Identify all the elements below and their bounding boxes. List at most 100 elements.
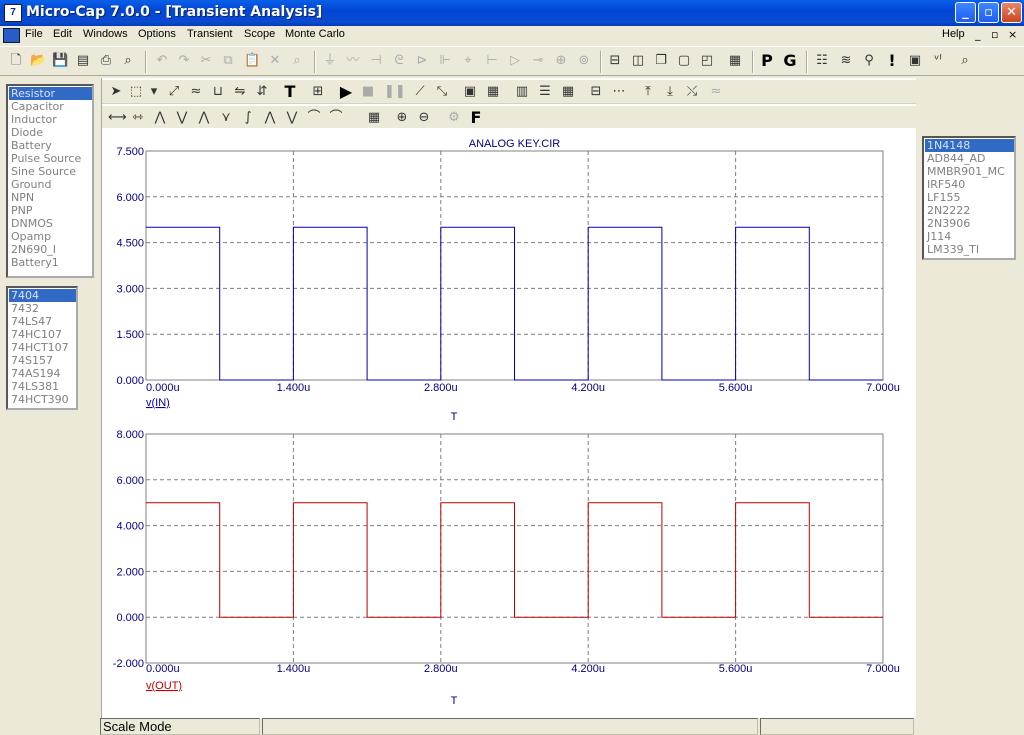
minimize-button[interactable]: _ bbox=[955, 2, 976, 23]
list-item[interactable]: LM339_TI bbox=[925, 243, 1014, 256]
log-scale-icon[interactable]: ⤡ bbox=[434, 84, 450, 100]
horizontal-tag-icon[interactable]: ⇋ bbox=[232, 84, 248, 100]
warning-icon[interactable]: ! bbox=[884, 53, 900, 69]
cascade-icon[interactable]: ❐ bbox=[653, 53, 669, 69]
waveform-icon[interactable]: ≋ bbox=[838, 53, 854, 69]
menu-windows[interactable]: Windows bbox=[83, 28, 128, 40]
opamp-icon[interactable]: ▷ bbox=[507, 53, 523, 69]
list-item[interactable]: Sine Source bbox=[9, 165, 92, 178]
undo-icon[interactable]: ↶ bbox=[154, 53, 170, 69]
low-cursor-icon[interactable]: ⋎ bbox=[218, 110, 234, 126]
delete-icon[interactable]: ✕ bbox=[267, 53, 283, 69]
list-item[interactable]: DNMOS bbox=[9, 217, 92, 230]
menu-file[interactable]: File bbox=[25, 28, 43, 40]
list-item[interactable]: 7432 bbox=[9, 302, 76, 315]
list-item[interactable]: Ground bbox=[9, 178, 92, 191]
micro-cap-icon[interactable]: 7 bbox=[4, 4, 22, 22]
save-icon[interactable]: 💾 bbox=[52, 53, 68, 69]
axis-grids-icon[interactable]: ▣ bbox=[462, 84, 478, 100]
list-item[interactable]: Capacitor bbox=[9, 100, 92, 113]
ground-icon[interactable]: ⏚ bbox=[322, 53, 338, 69]
mdi-restore-button[interactable]: ▫ bbox=[991, 28, 998, 41]
vi-icon[interactable]: ᵛᴵ bbox=[930, 53, 946, 69]
capacitor-icon[interactable]: ⊣ bbox=[368, 53, 384, 69]
animate-icon[interactable]: ≈ bbox=[708, 84, 724, 100]
grid-icon[interactable]: ▦ bbox=[560, 84, 576, 100]
list-item[interactable]: AD844_AD bbox=[925, 152, 1014, 165]
list-item[interactable]: 74LS381 bbox=[9, 380, 76, 393]
new-file-icon[interactable]: 🗋 bbox=[8, 53, 24, 69]
menu-transient[interactable]: Transient bbox=[187, 28, 232, 40]
document-window-icon[interactable] bbox=[3, 28, 20, 43]
scale-mode-icon[interactable]: ⤢ bbox=[166, 84, 182, 100]
list-item[interactable]: PNP bbox=[9, 204, 92, 217]
resistor-icon[interactable]: 〰 bbox=[345, 53, 361, 69]
menu-edit[interactable]: Edit bbox=[53, 28, 72, 40]
list-item[interactable]: LF155 bbox=[925, 191, 1014, 204]
open-folder-icon[interactable]: 📂 bbox=[30, 53, 46, 69]
tile-vertical-icon[interactable]: ◫ bbox=[630, 53, 646, 69]
valley-cursor-icon[interactable]: ⋁ bbox=[174, 110, 190, 126]
mdi-minimize-button[interactable]: _ bbox=[975, 28, 981, 41]
transistor-icon[interactable]: ⌖ bbox=[460, 53, 476, 69]
text-mode-icon[interactable]: T bbox=[282, 84, 298, 100]
window-icon[interactable]: ▢ bbox=[676, 53, 692, 69]
cut-icon[interactable]: ✂ bbox=[198, 53, 214, 69]
list-item[interactable]: Pulse Source bbox=[9, 152, 92, 165]
vertical-tag-icon[interactable]: ⇵ bbox=[254, 84, 270, 100]
mosfet-icon[interactable]: ⊢ bbox=[484, 53, 500, 69]
print-icon[interactable]: ⎙ bbox=[98, 53, 114, 69]
list-item[interactable]: J114 bbox=[925, 230, 1014, 243]
list-item[interactable]: 74HCT107 bbox=[9, 341, 76, 354]
chevron-down-icon[interactable]: ▾ bbox=[146, 84, 162, 100]
pointer-icon[interactable]: ➤ bbox=[108, 84, 124, 100]
list-item[interactable]: 74S157 bbox=[9, 354, 76, 367]
source-icon[interactable]: ⊕ bbox=[553, 53, 569, 69]
next-simulation-data-point-icon[interactable]: ⟷ bbox=[108, 110, 127, 126]
pause-icon[interactable]: ❚❚ bbox=[384, 84, 406, 100]
mdi-close-button[interactable]: × bbox=[1008, 28, 1017, 41]
list-item[interactable]: Battery1 bbox=[9, 256, 92, 269]
inflection-cursor-icon[interactable]: ∫ bbox=[240, 110, 256, 126]
list-item[interactable]: 2N3906 bbox=[925, 217, 1014, 230]
horizontal-split-icon[interactable]: ☰ bbox=[537, 84, 553, 100]
stop-icon[interactable]: ■ bbox=[360, 84, 376, 100]
list-item[interactable]: Opamp bbox=[9, 230, 92, 243]
list-item-selected[interactable]: 1N4148 bbox=[925, 139, 1014, 152]
vertical-split-icon[interactable]: ▥ bbox=[514, 84, 530, 100]
probe-icon[interactable]: ⚲ bbox=[861, 53, 877, 69]
list-item[interactable]: 74HC107 bbox=[9, 328, 76, 341]
f-button[interactable]: F bbox=[468, 110, 484, 126]
zoom-out-icon[interactable]: ⊖ bbox=[416, 110, 432, 126]
list-item[interactable]: Battery bbox=[9, 139, 92, 152]
copy-icon[interactable]: ⧉ bbox=[220, 53, 236, 69]
table-icon[interactable]: ▦ bbox=[366, 110, 382, 126]
print-preview-icon[interactable]: ⌕ bbox=[120, 53, 136, 69]
list-item[interactable]: MMBR901_MC bbox=[925, 165, 1014, 178]
valley-icon[interactable]: ⤓ bbox=[662, 84, 678, 100]
list-item-selected[interactable]: Resistor bbox=[9, 87, 92, 100]
linear-scale-icon[interactable]: ⟋ bbox=[412, 84, 428, 100]
top-cursor-icon[interactable]: ⌒ bbox=[306, 110, 322, 126]
zoom-window-icon[interactable]: ⌕ bbox=[957, 53, 973, 69]
menu-monte-carlo[interactable]: Monte Carlo bbox=[285, 28, 345, 40]
close-button[interactable]: ✕ bbox=[1001, 2, 1022, 23]
image-window-icon[interactable]: ▣ bbox=[907, 53, 923, 69]
global-low-icon[interactable]: ⋁ bbox=[284, 110, 300, 126]
list-item[interactable]: Inductor bbox=[9, 113, 92, 126]
diode-icon[interactable]: ⊳ bbox=[414, 53, 430, 69]
switch-icon[interactable]: ⊸ bbox=[530, 53, 546, 69]
properties-icon[interactable]: ⊞ bbox=[310, 84, 326, 100]
list-item[interactable]: 74AS194 bbox=[9, 367, 76, 380]
redo-icon[interactable]: ↷ bbox=[176, 53, 192, 69]
p-button[interactable]: P bbox=[759, 53, 775, 69]
split-window-icon[interactable]: ◰ bbox=[699, 53, 715, 69]
peak-icon[interactable]: ⤒ bbox=[640, 84, 656, 100]
list-item[interactable]: 74HCT390 bbox=[9, 393, 76, 406]
next-interpolated-point-icon[interactable]: ⇿ bbox=[130, 110, 146, 126]
baseline-icon[interactable]: ⊟ bbox=[588, 84, 604, 100]
list-item[interactable]: 74LS47 bbox=[9, 315, 76, 328]
global-high-icon[interactable]: ⋀ bbox=[262, 110, 278, 126]
paste-icon[interactable]: 📋 bbox=[244, 53, 260, 69]
run-icon[interactable]: ▶ bbox=[338, 84, 354, 100]
